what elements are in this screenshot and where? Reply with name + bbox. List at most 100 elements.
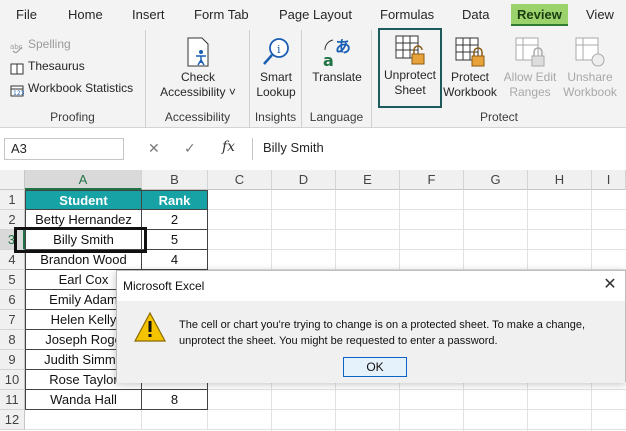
- cell-rank[interactable]: 8: [142, 390, 208, 410]
- cell-student[interactable]: Wanda Hall: [25, 390, 142, 410]
- cell-rank[interactable]: 5: [142, 230, 208, 250]
- workbook-statistics-button[interactable]: 123 Workbook Statistics: [10, 78, 133, 98]
- dialog-message: The cell or chart you're trying to chang…: [179, 317, 619, 349]
- enter-icon[interactable]: ✓: [184, 140, 196, 157]
- column-header-f[interactable]: F: [400, 170, 464, 190]
- column-header-a[interactable]: A: [25, 170, 142, 190]
- row-header-10[interactable]: 10: [0, 370, 25, 390]
- name-box[interactable]: A3: [4, 138, 124, 160]
- svg-text:i: i: [277, 43, 281, 56]
- accessibility-check-icon: [182, 36, 214, 68]
- smart-lookup-button[interactable]: i Smart Lookup: [252, 32, 300, 104]
- thesaurus-label: Thesaurus: [28, 59, 85, 73]
- cell-student[interactable]: Brandon Wood: [25, 250, 142, 270]
- spelling-icon: abc: [10, 39, 24, 54]
- cell-rank[interactable]: 4: [142, 250, 208, 270]
- workbook-statistics-label: Workbook Statistics: [28, 81, 134, 95]
- tab-insert[interactable]: Insert: [126, 4, 171, 26]
- row-header-4[interactable]: 4: [0, 250, 25, 270]
- check-accessibility-button[interactable]: Check Accessibility ˅: [152, 32, 244, 104]
- ok-button[interactable]: OK: [343, 357, 407, 377]
- row-header-1[interactable]: 1: [0, 190, 25, 210]
- unshare-workbook-icon: [574, 36, 606, 68]
- dialog-body: The cell or chart you're trying to chang…: [117, 301, 625, 383]
- cell-rank[interactable]: 2: [142, 210, 208, 230]
- cell-empty[interactable]: [142, 410, 208, 430]
- group-proofing: abc Spelling Thesaurus 123 Workbook Stat…: [0, 30, 146, 128]
- cell-empty[interactable]: [25, 410, 142, 430]
- allow-edit-ranges-label-2: Ranges: [509, 85, 551, 99]
- row-header-7[interactable]: 7: [0, 310, 25, 330]
- svg-text:あ: あ: [335, 37, 351, 56]
- allow-edit-ranges-button[interactable]: Allow Edit Ranges: [500, 32, 560, 104]
- check-accessibility-label-2: Accessibility ˅: [160, 85, 236, 99]
- smart-lookup-label-2: Lookup: [256, 85, 296, 99]
- group-label-insights: Insights: [254, 110, 297, 124]
- row-header-11[interactable]: 11: [0, 390, 25, 410]
- cancel-icon[interactable]: ✕: [148, 140, 160, 157]
- group-language: aあ Translate Language: [302, 30, 372, 128]
- tab-form-tab[interactable]: Form Tab: [188, 4, 255, 26]
- column-header-d[interactable]: D: [272, 170, 336, 190]
- group-label-language: Language: [309, 110, 364, 124]
- column-header-b[interactable]: B: [142, 170, 208, 190]
- column-header-e[interactable]: E: [336, 170, 400, 190]
- translate-label: Translate: [312, 70, 362, 84]
- smart-lookup-icon: i: [260, 36, 292, 68]
- statistics-icon: 123: [10, 83, 25, 97]
- tab-file[interactable]: File: [10, 4, 43, 26]
- group-accessibility: Check Accessibility ˅ Accessibility: [146, 30, 250, 128]
- column-header-c[interactable]: C: [208, 170, 272, 190]
- tab-page-layout[interactable]: Page Layout: [273, 4, 358, 26]
- tab-view[interactable]: View: [580, 4, 620, 26]
- unprotect-sheet-label-1: Unprotect: [383, 68, 437, 82]
- thesaurus-button[interactable]: Thesaurus: [10, 56, 85, 76]
- dialog-title: Microsoft Excel: [123, 279, 205, 293]
- unprotect-sheet-button[interactable]: Unprotect Sheet: [378, 28, 442, 108]
- translate-button[interactable]: aあ Translate: [308, 32, 366, 104]
- column-header-g[interactable]: G: [464, 170, 528, 190]
- row-header-8[interactable]: 8: [0, 330, 25, 350]
- menu-bar: File Home Insert Form Tab Page Layout Fo…: [0, 0, 626, 30]
- tab-review[interactable]: Review: [511, 4, 568, 26]
- unshare-workbook-label-2: Workbook: [563, 85, 617, 99]
- dialog-title-bar: Microsoft Excel ✕: [117, 271, 625, 301]
- book-icon: [10, 61, 24, 75]
- svg-text:123: 123: [13, 90, 24, 97]
- select-all-corner[interactable]: [0, 170, 25, 190]
- svg-text:abc: abc: [10, 43, 23, 51]
- svg-text:a: a: [323, 51, 334, 68]
- protected-sheet-dialog: Microsoft Excel ✕ The cell or chart you'…: [116, 270, 626, 383]
- row-header-9[interactable]: 9: [0, 350, 25, 370]
- tab-home[interactable]: Home: [62, 4, 109, 26]
- spelling-button[interactable]: abc Spelling: [10, 34, 71, 54]
- unprotect-sheet-label-2: Sheet: [394, 83, 426, 97]
- unprotect-sheet-icon: [394, 34, 426, 66]
- warning-icon: [133, 311, 167, 343]
- column-header-i[interactable]: I: [592, 170, 626, 190]
- column-header-h[interactable]: H: [528, 170, 592, 190]
- protect-workbook-button[interactable]: Protect Workbook: [440, 32, 500, 104]
- group-label-accessibility: Accessibility: [164, 110, 231, 124]
- cell-a1-student-header[interactable]: Student: [25, 190, 142, 210]
- formula-bar: A3 ✕ ✓ fx Billy Smith: [0, 128, 626, 170]
- group-protect: Unprotect Sheet Protect Workbook Allow E…: [372, 28, 626, 128]
- tab-formulas[interactable]: Formulas: [374, 4, 440, 26]
- ribbon: abc Spelling Thesaurus 123 Workbook Stat…: [0, 28, 626, 128]
- group-label-protect: Protect: [479, 110, 518, 124]
- unshare-workbook-button[interactable]: Unshare Workbook: [560, 32, 620, 104]
- allow-edit-ranges-label-1: Allow Edit: [503, 70, 557, 84]
- protect-workbook-label-2: Workbook: [443, 85, 497, 99]
- tab-data[interactable]: Data: [456, 4, 495, 26]
- spelling-label: Spelling: [28, 37, 71, 51]
- row-header-6[interactable]: 6: [0, 290, 25, 310]
- row-header-12[interactable]: 12: [0, 410, 25, 430]
- unshare-workbook-label-1: Unshare: [567, 70, 613, 84]
- insert-function-icon[interactable]: fx: [222, 139, 235, 155]
- smart-lookup-label-1: Smart: [259, 70, 292, 84]
- row-header-5[interactable]: 5: [0, 270, 25, 290]
- formula-input[interactable]: Billy Smith: [252, 138, 626, 160]
- close-icon[interactable]: ✕: [601, 276, 619, 294]
- check-accessibility-label-1: Check: [180, 70, 215, 84]
- cell-b1-rank-header[interactable]: Rank: [142, 190, 208, 210]
